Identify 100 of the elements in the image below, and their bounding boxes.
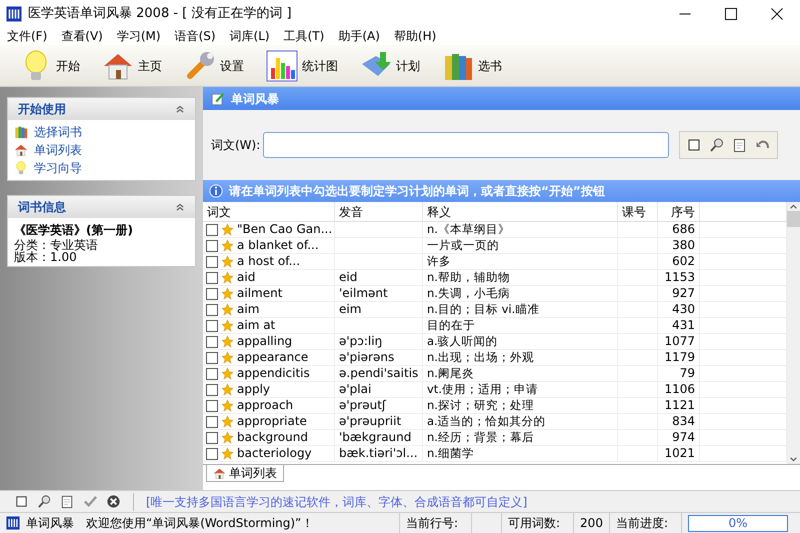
- close-icon[interactable]: [106, 494, 121, 509]
- word-text: appendicitis: [237, 366, 310, 381]
- sidebar-link[interactable]: 学习向导: [14, 159, 192, 177]
- menu-item[interactable]: 工具(T): [276, 28, 332, 45]
- toolbar-button[interactable]: 选书: [440, 50, 504, 82]
- table-cell: ə'plai: [335, 382, 423, 398]
- toolbar-button[interactable]: 主页: [100, 50, 164, 82]
- row-checkbox[interactable]: [206, 304, 218, 316]
- toolbar-button[interactable]: 开始: [18, 50, 82, 82]
- star-icon: [221, 351, 234, 364]
- status-label: 当前进度:: [616, 515, 668, 532]
- table-cell: 'bækgraund: [335, 430, 423, 446]
- panel-title: 词书信息: [18, 199, 66, 216]
- progress-text: 0%: [728, 515, 748, 532]
- table-cell: 1106: [658, 382, 700, 398]
- checkmark-icon[interactable]: [83, 494, 98, 509]
- search-icon[interactable]: [709, 137, 726, 153]
- book-title: 《医学英语》(第一册): [14, 222, 134, 239]
- row-checkbox[interactable]: [206, 224, 218, 236]
- menu-item[interactable]: 助手(A): [331, 28, 387, 45]
- word-text: a blanket of...: [237, 238, 319, 253]
- scroll-up-icon[interactable]: [789, 202, 798, 211]
- bar-chart-icon: [266, 50, 298, 82]
- status-message: 欢迎您使用“单词风暴(WordStorming)”！: [86, 515, 314, 532]
- search-field[interactable]: [263, 132, 670, 158]
- scroll-thumb[interactable]: [787, 211, 800, 227]
- star-icon: [221, 399, 234, 412]
- word-text: ailment: [237, 286, 282, 301]
- word-text: aim at: [237, 318, 276, 333]
- house-icon: [213, 466, 226, 480]
- star-icon: [221, 431, 234, 444]
- star-icon: [221, 239, 234, 252]
- toolbar-button[interactable]: 统计图: [264, 50, 340, 82]
- row-checkbox[interactable]: [206, 448, 218, 460]
- table-cell: n.阑尾炎: [423, 366, 618, 382]
- menu-item[interactable]: 帮助(H): [386, 28, 444, 45]
- column-header[interactable]: 发音: [335, 202, 423, 221]
- menu-item[interactable]: 词库(L): [222, 28, 277, 45]
- row-checkbox[interactable]: [206, 240, 218, 252]
- table-cell: 'eilmənt: [335, 286, 423, 302]
- row-checkbox[interactable]: [206, 368, 218, 380]
- row-checkbox[interactable]: [206, 416, 218, 428]
- star-icon: [221, 367, 234, 380]
- house-icon: [14, 143, 28, 157]
- row-checkbox[interactable]: [206, 352, 218, 364]
- status-value: 200: [580, 515, 603, 532]
- column-header[interactable]: 词文: [203, 202, 335, 221]
- row-checkbox[interactable]: [206, 432, 218, 444]
- menu-item[interactable]: 学习(M): [110, 28, 168, 45]
- table-cell: bæk.tiəri'ɔl...: [335, 446, 423, 462]
- star-icon: [221, 415, 234, 428]
- info-icon: [209, 184, 223, 198]
- menu-item[interactable]: 语音(S): [168, 28, 223, 45]
- checkbox-icon[interactable]: [686, 137, 702, 153]
- search-icon[interactable]: [37, 494, 52, 509]
- table-cell: ə'pɔ:liŋ: [335, 334, 423, 350]
- panel-title: 开始使用: [18, 101, 66, 118]
- sidebar-link[interactable]: 选择词书: [14, 123, 192, 141]
- row-checkbox[interactable]: [206, 384, 218, 396]
- table-cell: ə.pendi'saitis: [335, 366, 423, 382]
- info-text: 请在单词列表中勾选出要制定学习计划的单词，或者直接按“开始”按钮: [229, 183, 605, 200]
- sidebar-link[interactable]: 单词列表: [14, 141, 192, 159]
- lightbulb-icon: [14, 161, 28, 175]
- edit-icon: [211, 92, 225, 106]
- row-checkbox[interactable]: [206, 288, 218, 300]
- row-checkbox[interactable]: [206, 272, 218, 284]
- app-icon: [6, 6, 22, 22]
- scrollbar[interactable]: [787, 202, 800, 464]
- word-text: approach: [237, 398, 294, 413]
- table-cell: n.探讨；研究；处理: [423, 398, 618, 414]
- panel-title: 单词风暴: [231, 90, 279, 108]
- row-checkbox[interactable]: [206, 336, 218, 348]
- column-header[interactable]: 序号: [658, 202, 700, 221]
- table-cell: n.失调，小毛病: [423, 286, 618, 302]
- row-checkbox[interactable]: [206, 400, 218, 412]
- column-header[interactable]: 课号: [618, 202, 658, 221]
- table-cell: 目的在于: [423, 318, 618, 334]
- table-cell: 431: [658, 318, 700, 334]
- table-cell: vt.使用；适用；申请: [423, 382, 618, 398]
- tab[interactable]: 单词列表: [206, 465, 284, 482]
- scroll-down-icon[interactable]: [789, 455, 798, 464]
- star-icon: [221, 319, 234, 332]
- table-cell: 1153: [658, 270, 700, 286]
- row-checkbox[interactable]: [206, 256, 218, 268]
- checkbox-icon[interactable]: [14, 494, 29, 509]
- toolbar-button[interactable]: 设置: [182, 50, 246, 82]
- column-header[interactable]: 释义: [423, 202, 618, 221]
- table-cell: a.骇人听闻的: [423, 334, 618, 350]
- table-cell: n.目的；目标 vi.瞄准: [423, 302, 618, 318]
- notepad-icon[interactable]: [60, 494, 75, 509]
- toolbar-button[interactable]: 计划: [358, 50, 422, 82]
- table-cell: 1021: [658, 446, 700, 462]
- collapse-icon[interactable]: [175, 104, 185, 114]
- star-icon: [221, 383, 234, 396]
- menu-item[interactable]: 查看(V): [54, 28, 110, 45]
- book-info: 分类：专业英语: [14, 239, 99, 251]
- collapse-icon[interactable]: [175, 202, 185, 212]
- table-cell: 380: [658, 238, 700, 254]
- menu-item[interactable]: 文件(F): [0, 28, 54, 45]
- row-checkbox[interactable]: [206, 320, 218, 332]
